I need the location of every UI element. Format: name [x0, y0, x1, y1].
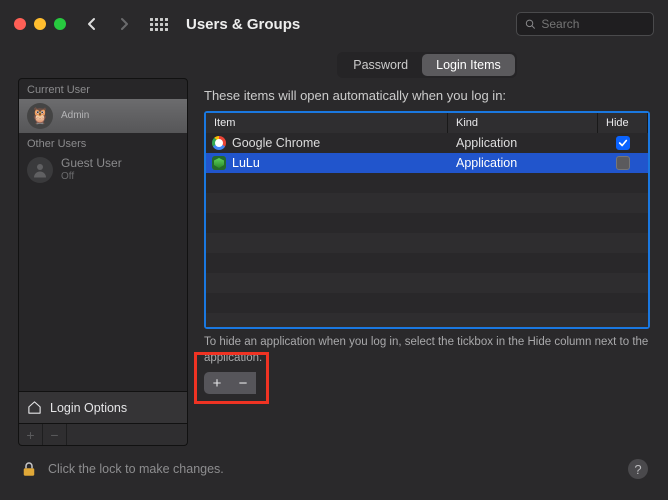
sidebar-add-remove: + − [18, 424, 188, 446]
other-users-header: Other Users [19, 133, 187, 153]
remove-user-button[interactable]: − [43, 424, 67, 445]
col-kind[interactable]: Kind [448, 113, 598, 133]
user-status: Off [61, 171, 122, 183]
lulu-icon [212, 156, 226, 170]
item-name: LuLu [232, 156, 260, 170]
table-header: Item Kind Hide [206, 113, 648, 133]
hide-checkbox[interactable] [616, 156, 630, 170]
table-row-empty [206, 213, 648, 233]
login-options-label: Login Options [50, 401, 127, 415]
search-icon [525, 18, 535, 30]
lock-text: Click the lock to make changes. [48, 462, 224, 476]
table-row-empty [206, 233, 648, 253]
item-kind: Application [448, 156, 598, 170]
user-name: Guest User [61, 157, 122, 171]
table-row[interactable]: Google Chrome Application [206, 133, 648, 153]
table-row-empty [206, 173, 648, 193]
table-row-empty [206, 253, 648, 273]
table-row-empty [206, 313, 648, 327]
table-row-empty [206, 193, 648, 213]
lock-icon[interactable] [20, 459, 38, 479]
login-items-table: Item Kind Hide Google ChromeApplicationL… [204, 111, 650, 329]
forward-button[interactable] [112, 12, 136, 36]
all-preferences-button[interactable] [150, 18, 168, 31]
footer: Click the lock to make changes. ? [0, 446, 668, 492]
sidebar: Current User 🦉 Admin Other Users Guest U… [18, 78, 188, 446]
sidebar-item-current-user[interactable]: 🦉 Admin [19, 99, 187, 133]
back-button[interactable] [80, 12, 104, 36]
intro-text: These items will open automatically when… [204, 88, 650, 103]
main-panel: Password Login Items These items will op… [204, 48, 650, 446]
tab-login-items[interactable]: Login Items [422, 54, 515, 76]
table-row-empty [206, 273, 648, 293]
titlebar: Users & Groups [0, 0, 668, 48]
home-icon [27, 400, 42, 415]
help-button[interactable]: ? [628, 459, 648, 479]
hide-checkbox[interactable] [616, 136, 630, 150]
add-user-button[interactable]: + [19, 424, 43, 445]
user-list: Current User 🦉 Admin Other Users Guest U… [18, 78, 188, 392]
col-item[interactable]: Item [206, 113, 448, 133]
current-user-header: Current User [19, 79, 187, 99]
login-options-button[interactable]: Login Options [18, 392, 188, 424]
search-input[interactable] [541, 17, 645, 31]
col-hide[interactable]: Hide [598, 113, 648, 133]
sidebar-item-guest-user[interactable]: Guest User Off [19, 153, 187, 187]
tab-group: Password Login Items [337, 52, 517, 78]
search-field[interactable] [516, 12, 654, 36]
remove-login-item-button[interactable]: − [230, 372, 256, 394]
add-login-item-button[interactable]: + [204, 372, 230, 394]
avatar [27, 157, 53, 183]
hint-text: To hide an application when you log in, … [204, 335, 650, 366]
traffic-lights [14, 18, 66, 30]
user-role: Admin [61, 110, 89, 122]
item-kind: Application [448, 136, 598, 150]
table-row-empty [206, 293, 648, 313]
minimize-window-button[interactable] [34, 18, 46, 30]
table-row[interactable]: LuLu Application [206, 153, 648, 173]
avatar: 🦉 [27, 103, 53, 129]
chrome-icon [212, 136, 226, 150]
window-title: Users & Groups [186, 16, 300, 33]
zoom-window-button[interactable] [54, 18, 66, 30]
tab-password[interactable]: Password [339, 54, 422, 76]
close-window-button[interactable] [14, 18, 26, 30]
item-name: Google Chrome [232, 136, 320, 150]
